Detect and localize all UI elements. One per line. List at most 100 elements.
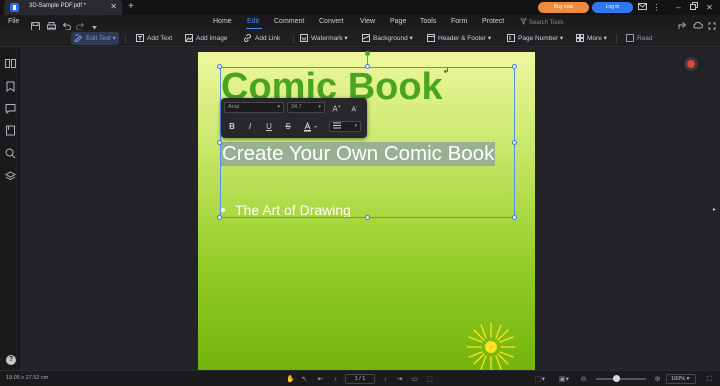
cloud-icon[interactable] [693, 17, 703, 29]
close-window-icon[interactable]: ✕ [704, 2, 715, 13]
page-number-label: Page Number [518, 35, 559, 42]
more-options-icon[interactable]: ⋮ [651, 2, 662, 13]
menu-comment[interactable]: Comment [274, 18, 304, 25]
tab-close-icon[interactable]: ✕ [110, 2, 117, 12]
print-icon[interactable] [47, 18, 57, 31]
minimize-icon[interactable]: – [673, 2, 684, 13]
comment-icon[interactable] [5, 101, 17, 115]
save-icon[interactable] [31, 18, 41, 31]
thumbnails-icon[interactable] [5, 56, 17, 68]
log-in-button[interactable]: Log in [592, 2, 633, 13]
font-size-select[interactable]: 34.7 ▾ [287, 102, 325, 113]
watermark-button[interactable]: Watermark ▾ [300, 32, 348, 45]
chevron-down-icon: ▾ [354, 123, 357, 129]
header-footer-icon [427, 34, 435, 42]
font-size-value: 34.7 [291, 104, 302, 110]
font-color-icon[interactable] [303, 121, 321, 132]
search-panel-icon[interactable] [5, 146, 17, 159]
fit-width-icon[interactable]: ⬚ [425, 375, 434, 384]
chevron-down-icon: ▾ [318, 104, 321, 110]
add-image-button[interactable]: Add Image [185, 32, 227, 45]
hand-tool-icon[interactable]: ✋ [286, 375, 295, 384]
menu-edit[interactable]: Edit [247, 18, 259, 25]
resize-handle-bottom-right[interactable] [512, 215, 517, 220]
background-button[interactable]: Background ▾ [362, 32, 413, 45]
attachment-icon[interactable] [5, 123, 17, 136]
menu-protect[interactable]: Protect [482, 18, 504, 25]
zoom-slider-knob[interactable] [613, 375, 620, 382]
header-footer-label: Header & Footer [438, 35, 487, 42]
resize-handle-bottom[interactable] [365, 215, 370, 220]
edit-text-button[interactable]: Edit Text ▾ [71, 32, 119, 45]
page-number-input[interactable]: 1 / 1 [345, 374, 375, 384]
watermark-label: Watermark [311, 35, 343, 42]
menu-tools[interactable]: Tools [420, 18, 436, 25]
zoom-slider-track[interactable] [596, 378, 646, 380]
add-link-button[interactable]: Add Link [243, 32, 280, 45]
text-selection-box[interactable] [220, 67, 515, 218]
edit-toolbar: Edit Text ▾ Add Text Add Image Add Link … [0, 30, 720, 47]
buy-now-button[interactable]: Buy now [538, 2, 589, 13]
decrease-font-size-icon[interactable]: A- [349, 102, 360, 113]
more-button[interactable]: More ▾ [576, 32, 607, 45]
next-page-icon[interactable]: › [381, 375, 390, 384]
mail-icon[interactable] [637, 2, 648, 13]
bookmark-icon[interactable] [5, 79, 17, 92]
title-bar: 3D-Sample PDF.pdf * ✕ + Buy now Log in ⋮… [0, 0, 720, 15]
notification-icon[interactable] [684, 57, 698, 71]
underline-icon[interactable]: U [264, 122, 274, 132]
strikethrough-icon[interactable]: S [283, 122, 293, 132]
fullscreen-icon[interactable]: ⛶ [705, 375, 714, 384]
menu-file[interactable]: File [8, 18, 19, 25]
fit-page-icon[interactable]: ▭ [410, 375, 419, 384]
restore-icon[interactable] [688, 2, 699, 13]
new-tab-icon[interactable]: + [128, 1, 134, 13]
expand-icon[interactable] [708, 17, 718, 30]
bold-icon[interactable]: B [227, 122, 237, 132]
view-mode-icon[interactable]: ▣▾ [557, 375, 571, 384]
help-icon[interactable]: ? [6, 355, 16, 365]
resize-handle-right[interactable] [512, 140, 517, 145]
italic-icon[interactable]: I [245, 122, 255, 132]
select-tool-icon[interactable]: ↖ [300, 375, 309, 384]
font-family-select[interactable]: Arial ▾ [224, 102, 284, 113]
resize-handle-left[interactable] [217, 140, 222, 145]
background-icon [362, 34, 370, 42]
undo-icon[interactable] [62, 18, 72, 31]
zoom-level-select[interactable]: 100% ▾ [666, 374, 696, 384]
text-format-toolbar: Arial ▾ 34.7 ▾ A+ A- B I U S ▾ [221, 98, 367, 138]
menu-view[interactable]: View [360, 18, 375, 25]
page-number-button[interactable]: Page Number ▾ [507, 32, 563, 45]
menu-home[interactable]: Home [213, 18, 232, 25]
document-tab[interactable]: 3D-Sample PDF.pdf * ✕ [4, 0, 122, 15]
previous-page-icon[interactable]: ‹ [331, 375, 340, 384]
search-tools-input[interactable]: Search Tools [520, 18, 564, 26]
header-footer-button[interactable]: Header & Footer ▾ [427, 32, 491, 45]
customize-dropdown-icon[interactable] [91, 18, 101, 30]
alignment-select[interactable]: ▾ [329, 121, 361, 132]
zoom-in-icon[interactable]: ⊕ [653, 375, 662, 384]
first-page-icon[interactable]: ⇤ [316, 375, 325, 384]
read-button[interactable]: Read [626, 32, 653, 45]
resize-handle-top-right[interactable] [512, 64, 517, 69]
toolbar-divider [293, 34, 294, 43]
menu-bar: File Home Edit Comment Convert View Page… [0, 15, 720, 31]
resize-handle-top[interactable] [365, 64, 370, 69]
redo-icon[interactable] [76, 18, 86, 31]
page-layout-icon[interactable]: ⬚▾ [533, 375, 547, 384]
menu-form[interactable]: Form [451, 18, 467, 25]
resize-handle-bottom-left[interactable] [217, 215, 222, 220]
menu-page[interactable]: Page [390, 18, 406, 25]
add-text-label: Add Text [147, 35, 173, 42]
menu-convert[interactable]: Convert [319, 18, 344, 25]
app-window: 3D-Sample PDF.pdf * ✕ + Buy now Log in ⋮… [0, 0, 720, 386]
add-text-button[interactable]: Add Text [136, 32, 172, 45]
last-page-icon[interactable]: ⇥ [395, 375, 404, 384]
read-icon [626, 34, 634, 42]
share-icon[interactable] [678, 17, 688, 29]
zoom-out-icon[interactable]: ⊖ [579, 375, 588, 384]
expand-right-panel-icon[interactable]: ▸ [713, 206, 716, 213]
resize-handle-top-left[interactable] [217, 64, 222, 69]
layers-icon[interactable] [4, 169, 17, 181]
increase-font-size-icon[interactable]: A+ [331, 102, 342, 114]
